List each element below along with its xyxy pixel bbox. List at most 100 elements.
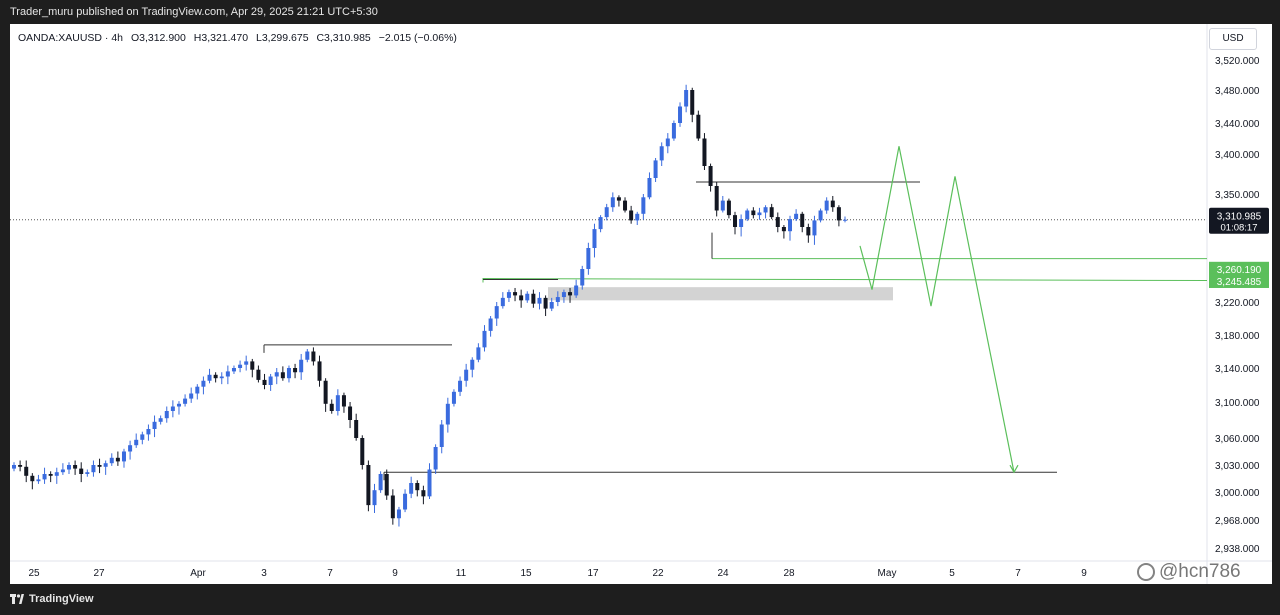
candle-body[interactable] xyxy=(231,368,236,372)
candle-body[interactable] xyxy=(635,213,640,221)
candle-body[interactable] xyxy=(445,403,450,425)
candle-body[interactable] xyxy=(714,186,719,211)
candle-body[interactable] xyxy=(586,248,591,269)
candle-body[interactable] xyxy=(757,212,762,216)
candle-body[interactable] xyxy=(720,200,725,211)
candle-body[interactable] xyxy=(641,197,646,214)
candle-body[interactable] xyxy=(121,451,126,462)
candle-body[interactable] xyxy=(360,438,365,465)
candle-body[interactable] xyxy=(280,372,285,379)
candle-body[interactable] xyxy=(238,364,243,368)
candle-body[interactable] xyxy=(54,472,59,476)
candle-body[interactable] xyxy=(604,207,609,218)
candle-body[interactable] xyxy=(299,359,304,373)
candle-body[interactable] xyxy=(91,465,96,473)
candle-body[interactable] xyxy=(843,219,847,221)
tradingview-brand[interactable]: TradingView xyxy=(10,593,94,605)
candle-body[interactable] xyxy=(170,406,175,412)
candle-body[interactable] xyxy=(665,138,670,147)
candle-body[interactable] xyxy=(525,293,530,301)
candle-body[interactable] xyxy=(274,372,279,377)
candle-body[interactable] xyxy=(415,483,420,491)
candle-body[interactable] xyxy=(726,200,731,216)
candle-body[interactable] xyxy=(250,361,255,370)
candle-body[interactable] xyxy=(812,220,817,236)
candle-body[interactable] xyxy=(396,509,401,519)
candle-body[interactable] xyxy=(176,403,181,407)
candle-body[interactable] xyxy=(115,457,120,462)
candle-body[interactable] xyxy=(513,292,518,296)
candle-body[interactable] xyxy=(262,379,267,385)
candle-body[interactable] xyxy=(225,371,230,377)
candle-body[interactable] xyxy=(458,380,463,392)
candle-body[interactable] xyxy=(543,297,548,309)
candle-body[interactable] xyxy=(464,369,469,381)
candle-body[interactable] xyxy=(66,465,71,470)
candle-body[interactable] xyxy=(256,369,261,380)
candle-body[interactable] xyxy=(409,483,414,494)
candle-body[interactable] xyxy=(592,229,597,248)
candle-body[interactable] xyxy=(366,465,371,506)
candle-body[interactable] xyxy=(323,380,328,404)
candle-body[interactable] xyxy=(372,490,377,506)
candle-body[interactable] xyxy=(146,429,151,435)
candle-body[interactable] xyxy=(763,207,768,213)
candle-body[interactable] xyxy=(745,210,750,220)
candle-body[interactable] xyxy=(18,465,23,467)
candle-body[interactable] xyxy=(629,210,634,221)
candle-body[interactable] xyxy=(79,468,84,474)
candle-body[interactable] xyxy=(158,418,163,422)
candle-body[interactable] xyxy=(140,434,145,440)
candle-body[interactable] xyxy=(702,138,707,167)
candle-body[interactable] xyxy=(103,463,108,467)
candle-body[interactable] xyxy=(317,361,322,381)
candle-body[interactable] xyxy=(806,227,811,236)
chart-area[interactable]: 3,520.000 3,480.000 3,440.000 3,400.000 3,35… xyxy=(10,24,1272,584)
candle-body[interactable] xyxy=(610,197,615,208)
candle-body[interactable] xyxy=(561,292,566,298)
candle-body[interactable] xyxy=(794,213,799,220)
candle-body[interactable] xyxy=(286,368,291,379)
breakout-level-green[interactable] xyxy=(482,278,1208,283)
candle-body[interactable] xyxy=(378,474,383,491)
candle-body[interactable] xyxy=(775,217,780,227)
currency-selector[interactable]: USD xyxy=(1209,28,1257,50)
candle-body[interactable] xyxy=(268,376,273,386)
candle-body[interactable] xyxy=(48,474,53,476)
symbol-label[interactable]: OANDA:XAUUSD · 4h xyxy=(18,32,123,44)
candle-body[interactable] xyxy=(506,292,511,298)
candle-body[interactable] xyxy=(244,361,249,365)
candle-body[interactable] xyxy=(494,306,499,319)
candle-body[interactable] xyxy=(824,200,829,211)
candle-body[interactable] xyxy=(830,200,835,208)
candle-body[interactable] xyxy=(671,123,676,139)
candle-body[interactable] xyxy=(678,106,683,124)
candle-body[interactable] xyxy=(647,178,652,198)
candle-body[interactable] xyxy=(12,465,16,469)
candle-body[interactable] xyxy=(598,217,603,230)
candle-body[interactable] xyxy=(219,376,224,379)
candle-body[interactable] xyxy=(519,295,524,301)
candle-body[interactable] xyxy=(696,114,701,139)
candle-body[interactable] xyxy=(293,368,298,373)
demand-zone[interactable] xyxy=(548,287,893,301)
candle-body[interactable] xyxy=(739,219,744,227)
candle-body[interactable] xyxy=(549,302,554,309)
candle-body[interactable] xyxy=(659,146,664,161)
candle-body[interactable] xyxy=(134,439,139,446)
candle-body[interactable] xyxy=(531,293,536,304)
candle-body[interactable] xyxy=(183,398,188,404)
candle-body[interactable] xyxy=(733,215,738,227)
candle-body[interactable] xyxy=(109,457,114,464)
candle-body[interactable] xyxy=(36,479,41,482)
candle-body[interactable] xyxy=(128,445,133,452)
candle-body[interactable] xyxy=(85,472,90,474)
candle-body[interactable] xyxy=(708,166,713,186)
candle-body[interactable] xyxy=(311,351,316,362)
candle-body[interactable] xyxy=(329,403,334,411)
candle-body[interactable] xyxy=(653,160,658,178)
candle-body[interactable] xyxy=(684,90,689,107)
candle-body[interactable] xyxy=(580,269,585,286)
candle-body[interactable] xyxy=(42,474,47,480)
candle-body[interactable] xyxy=(403,493,408,510)
